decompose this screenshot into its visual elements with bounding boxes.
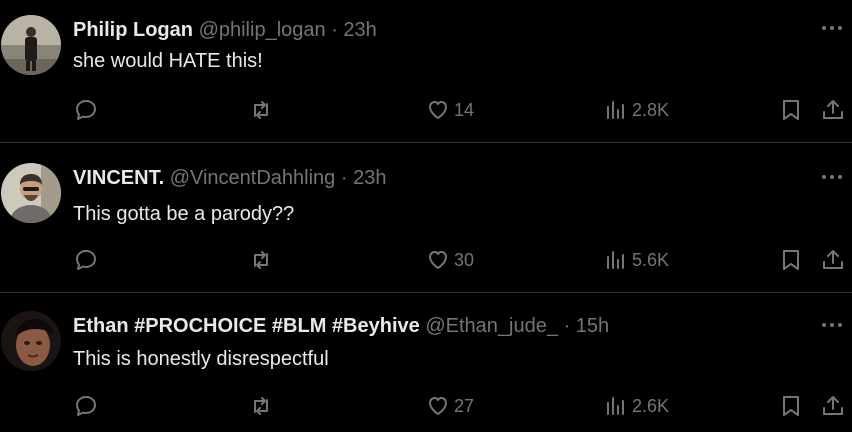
like-count: 30	[454, 249, 475, 270]
tweet-header: Ethan #PROCHOICE #BLM #Beyhive @Ethan_ju…	[73, 313, 609, 339]
bookmark-icon	[783, 100, 799, 120]
views-icon	[607, 251, 624, 269]
display-name[interactable]: Ethan #PROCHOICE #BLM #Beyhive	[73, 315, 420, 337]
bookmark-icon	[783, 250, 799, 270]
username[interactable]: @VincentDahhling	[170, 167, 336, 189]
retweet-button[interactable]	[248, 245, 274, 275]
tweet[interactable]: VINCENT. @VincentDahhling · 23h This got…	[0, 143, 852, 293]
separator: ·	[340, 167, 348, 189]
action-bar: 14 2.8K	[0, 95, 852, 125]
views-button[interactable]: 2.8K	[603, 95, 669, 125]
tweet[interactable]: Ethan #PROCHOICE #BLM #Beyhive @Ethan_ju…	[0, 293, 852, 432]
views-count: 2.8K	[632, 99, 670, 120]
tweet-text: she would HATE this!	[73, 50, 263, 72]
views-count: 2.6K	[632, 395, 670, 416]
bookmark-button[interactable]	[778, 391, 804, 421]
tweet-header: Philip Logan @philip_logan · 23h	[73, 17, 377, 43]
like-icon	[429, 397, 447, 415]
reply-icon	[76, 396, 96, 416]
tweet-header: VINCENT. @VincentDahhling · 23h	[73, 165, 386, 191]
reply-button[interactable]	[73, 245, 99, 275]
like-button[interactable]: 27	[425, 391, 474, 421]
retweet-icon	[254, 101, 268, 119]
like-icon	[429, 101, 447, 119]
like-button[interactable]: 14	[425, 95, 474, 125]
avatar[interactable]	[1, 311, 61, 371]
retweet-icon	[254, 397, 268, 415]
views-icon	[607, 101, 624, 119]
like-button[interactable]: 30	[425, 245, 474, 275]
share-icon	[823, 100, 843, 119]
display-name[interactable]: Philip Logan	[73, 19, 193, 41]
views-button[interactable]: 2.6K	[603, 391, 669, 421]
avatar[interactable]	[1, 15, 61, 75]
bookmark-button[interactable]	[778, 245, 804, 275]
more-icon[interactable]	[818, 315, 846, 335]
views-count: 5.6K	[632, 249, 670, 270]
reply-button[interactable]	[73, 95, 99, 125]
retweet-icon	[254, 251, 268, 269]
share-button[interactable]	[820, 245, 846, 275]
share-icon	[823, 396, 843, 415]
separator: ·	[331, 19, 338, 41]
username[interactable]: @philip_logan	[199, 19, 326, 41]
like-count: 27	[454, 395, 475, 416]
retweet-button[interactable]	[248, 95, 274, 125]
action-bar: 30 5.6K	[0, 245, 852, 275]
reply-icon	[76, 250, 96, 270]
retweet-button[interactable]	[248, 391, 274, 421]
username[interactable]: @Ethan_jude_	[425, 315, 558, 337]
separator: ·	[563, 315, 571, 337]
timestamp[interactable]: 23h	[343, 19, 376, 41]
reply-icon	[76, 100, 96, 120]
views-icon	[607, 397, 624, 415]
like-icon	[429, 251, 447, 269]
bookmark-button[interactable]	[778, 95, 804, 125]
avatar[interactable]	[1, 163, 61, 223]
more-icon[interactable]	[818, 167, 846, 187]
timestamp[interactable]: 23h	[353, 167, 386, 189]
views-button[interactable]: 5.6K	[603, 245, 669, 275]
share-button[interactable]	[820, 391, 846, 421]
share-button[interactable]	[820, 95, 846, 125]
reply-button[interactable]	[73, 391, 99, 421]
like-count: 14	[454, 99, 475, 120]
more-icon[interactable]	[818, 18, 846, 38]
bookmark-icon	[783, 396, 799, 416]
share-icon	[823, 250, 843, 269]
tweet-text: This gotta be a parody??	[73, 203, 295, 225]
action-bar: 27 2.6K	[0, 391, 852, 421]
timestamp[interactable]: 15h	[576, 315, 609, 337]
tweet[interactable]: Philip Logan @philip_logan · 23h she wou…	[0, 0, 852, 143]
display-name[interactable]: VINCENT.	[73, 167, 164, 189]
tweet-text: This is honestly disrespectful	[73, 348, 329, 370]
